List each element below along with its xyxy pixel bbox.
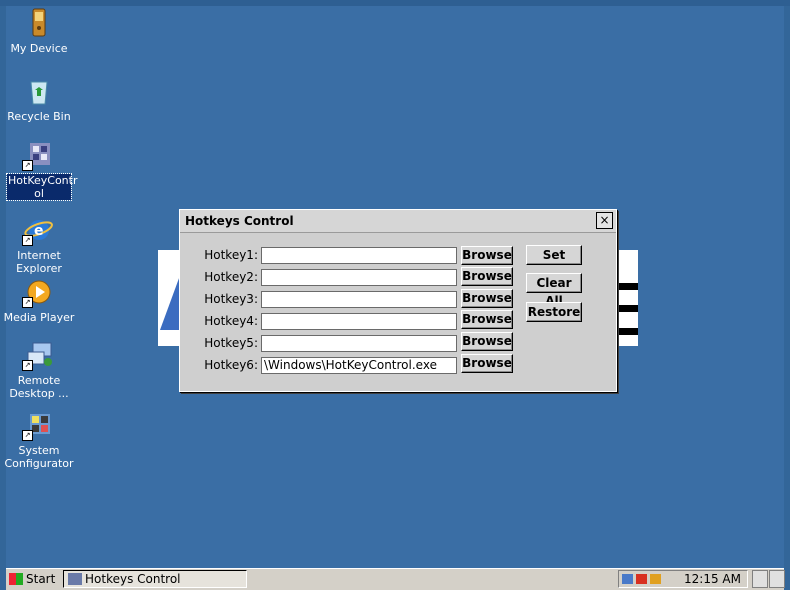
desktop-icon-label: HotKeyContr ol <box>6 173 78 201</box>
hotkey6-label: Hotkey6: <box>204 358 258 372</box>
desktop-icon-remote-desktop[interactable]: ↗ Remote Desktop ... <box>0 340 78 400</box>
power-icon[interactable] <box>650 574 661 584</box>
hotkey1-browse-button[interactable]: Browse <box>461 246 513 265</box>
hotkey5-browse-button[interactable]: Browse <box>461 332 513 351</box>
desktop-icon-label: Media Player <box>3 311 75 324</box>
restore-button[interactable]: Restore <box>526 302 582 322</box>
taskbar-item-hotkeys-control[interactable]: Hotkeys Control <box>63 570 247 588</box>
hotkey2-input[interactable] <box>261 269 457 286</box>
dialog-title: Hotkeys Control <box>185 214 294 228</box>
system-configurator-icon: ↗ <box>22 410 54 441</box>
hotkey3-browse-button[interactable]: Browse <box>461 289 513 308</box>
hotkey6-browse-button[interactable]: Browse <box>461 354 513 373</box>
desktop-icon-my-device[interactable]: My Device <box>0 8 78 55</box>
svg-text:e: e <box>34 223 44 239</box>
hotkey-control-icon: ↗ <box>22 140 54 171</box>
media-player-icon: ↗ <box>22 277 54 308</box>
hotkey-control-icon <box>68 573 82 585</box>
desktop-icon-label: System Configurator <box>4 444 74 470</box>
hotkey5-input[interactable] <box>261 335 457 352</box>
clear-all-button[interactable]: Clear All <box>526 273 582 308</box>
desktop-icon-recycle-bin[interactable]: Recycle Bin <box>0 76 78 123</box>
shortcut-arrow-icon: ↗ <box>22 297 33 308</box>
desktop-icon-label: Internet Explorer <box>16 249 62 275</box>
desktop-icon-label: My Device <box>10 42 68 55</box>
set-button[interactable]: Set <box>526 245 582 265</box>
hotkey3-input[interactable] <box>261 291 457 308</box>
desktop-icon-internet-explorer[interactable]: e ↗ Internet Explorer <box>0 215 78 275</box>
shortcut-arrow-icon: ↗ <box>22 430 33 441</box>
input-panel-icon[interactable] <box>752 570 768 588</box>
taskbar: Start Hotkeys Control 12:15 AM <box>6 568 785 590</box>
hotkey3-label: Hotkey3: <box>204 292 258 306</box>
hotkey5-label: Hotkey5: <box>204 336 258 350</box>
dialog-titlebar[interactable]: Hotkeys Control × <box>180 210 616 233</box>
close-icon: × <box>599 213 610 227</box>
alert-icon[interactable] <box>636 574 647 584</box>
system-tray: 12:15 AM <box>618 570 748 588</box>
show-desktop-icon[interactable] <box>769 570 785 588</box>
network-icon[interactable] <box>622 574 633 584</box>
hotkey4-label: Hotkey4: <box>204 314 258 328</box>
hotkey4-input[interactable] <box>261 313 457 330</box>
remote-desktop-icon: ↗ <box>22 340 54 371</box>
internet-explorer-icon: e ↗ <box>22 215 54 246</box>
taskbar-item-label: Hotkeys Control <box>85 572 181 586</box>
start-label: Start <box>26 572 56 586</box>
desktop-icon-media-player[interactable]: ↗ Media Player <box>0 277 78 324</box>
desktop-icon-label: Recycle Bin <box>7 110 71 123</box>
shortcut-arrow-icon: ↗ <box>22 235 33 246</box>
hotkey2-label: Hotkey2: <box>204 270 258 284</box>
device-icon <box>24 8 54 38</box>
windows-flag-icon <box>9 573 23 585</box>
hotkey4-browse-button[interactable]: Browse <box>461 310 513 329</box>
hotkey1-input[interactable] <box>261 247 457 264</box>
hotkey2-browse-button[interactable]: Browse <box>461 267 513 286</box>
close-button[interactable]: × <box>596 212 613 229</box>
desktop-icon-system-configurator[interactable]: ↗ System Configurator <box>0 410 78 470</box>
hotkeys-control-dialog: Hotkeys Control × Hotkey1: Browse Hotkey… <box>179 209 617 392</box>
desktop-icon-label: Remote Desktop ... <box>9 374 69 400</box>
hotkey1-label: Hotkey1: <box>204 248 258 262</box>
recycle-bin-icon <box>24 76 54 106</box>
desktop-icon-hotkeycontrol[interactable]: ↗ HotKeyContr ol <box>0 140 78 201</box>
hotkey6-input[interactable]: \Windows\HotKeyControl.exe <box>261 357 457 374</box>
start-button[interactable]: Start <box>6 570 58 588</box>
shortcut-arrow-icon: ↗ <box>22 360 33 371</box>
shortcut-arrow-icon: ↗ <box>22 160 33 171</box>
clock[interactable]: 12:15 AM <box>684 571 741 587</box>
